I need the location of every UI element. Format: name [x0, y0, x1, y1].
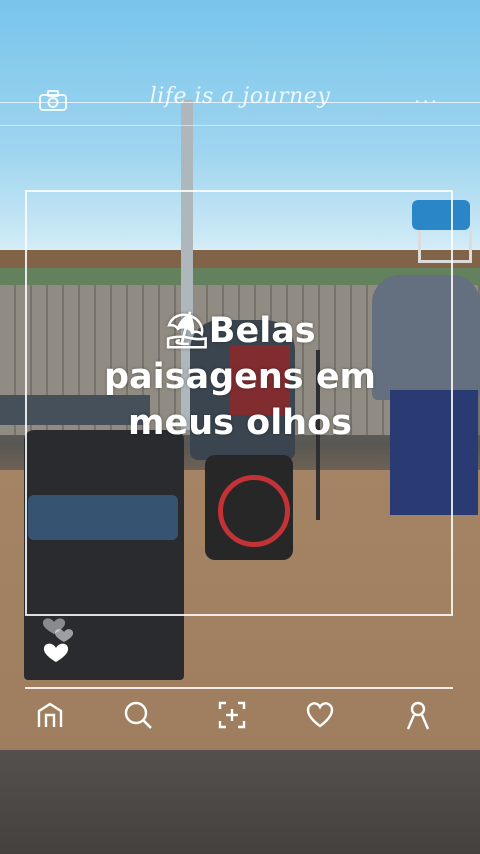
nav-likes[interactable]	[300, 695, 340, 735]
nav-search[interactable]	[118, 695, 158, 735]
nav-add[interactable]	[212, 695, 252, 735]
hearts-icon[interactable]	[40, 612, 80, 672]
nav-top-line	[25, 687, 453, 689]
caption-line-2: paisagens em	[103, 357, 377, 397]
caption: ⛱Belas paisagens em meus olhos	[60, 308, 420, 446]
header-bottom-line	[0, 125, 480, 126]
more-options-button[interactable]: ...	[414, 84, 439, 108]
header: life is a journey ...	[0, 80, 480, 120]
heart-icon	[306, 702, 334, 728]
post-photo: life is a journey ... ⛱Belas paisagens e…	[0, 0, 480, 854]
nav-profile[interactable]	[398, 695, 438, 735]
caption-line-3: meus olhos	[128, 403, 352, 443]
umbrella-icon: ⛱	[164, 311, 209, 351]
add-icon	[218, 701, 246, 729]
search-icon	[124, 701, 152, 729]
bottom-nav	[0, 695, 480, 740]
header-title: life is a journey	[149, 84, 331, 109]
nav-home[interactable]	[30, 695, 70, 735]
profile-icon	[406, 701, 430, 730]
home-icon	[37, 702, 63, 727]
caption-line-1: Belas	[208, 311, 316, 351]
